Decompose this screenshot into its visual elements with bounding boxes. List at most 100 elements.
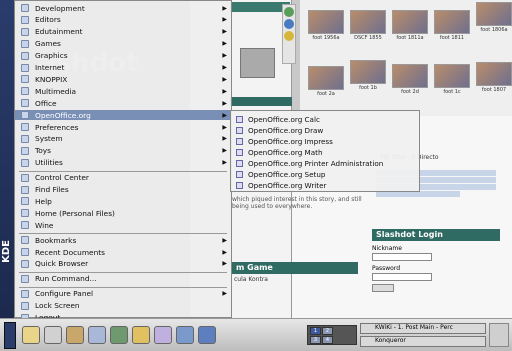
menu-item-icon: [21, 51, 29, 60]
office-icon[interactable]: [132, 326, 150, 344]
k-menu-item[interactable]: Recent Documents ▶: [15, 247, 231, 257]
gallery-thumbnail[interactable]: foot 2d: [392, 64, 428, 98]
k-menu-item[interactable]: System ▶: [15, 134, 231, 144]
photo-image: [392, 64, 428, 88]
k-menu-item[interactable]: Internet ▶: [15, 63, 231, 73]
login-button[interactable]: [372, 284, 394, 292]
gallery-thumbnail[interactable]: foot 1c: [434, 64, 470, 98]
kde-menu-stripe: KDE: [0, 0, 14, 318]
k-menu-item[interactable]: KNOPPIX ▶: [15, 74, 231, 84]
k-menu-item[interactable]: Lock Screen: [15, 301, 231, 311]
photo-caption: foot 2a: [317, 91, 335, 97]
menu-item-icon: [21, 123, 29, 131]
menu-item-label: Multimedia: [35, 86, 77, 96]
k-menu-item[interactable]: Bookmarks ▶: [15, 235, 231, 245]
k-menu-item[interactable]: Help: [15, 196, 231, 206]
menu-separator: [19, 170, 227, 172]
menu-item-label: Editors: [35, 15, 61, 25]
openoffice-submenu-item[interactable]: OpenOffice.org Draw: [231, 125, 419, 135]
history-icon[interactable]: [284, 19, 294, 29]
k-menu-item[interactable]: Editors ▶: [15, 15, 231, 25]
k-menu-item[interactable]: Office ▶: [15, 98, 231, 108]
pager-desktop-3[interactable]: 3: [310, 336, 321, 344]
submenu-arrow-icon: ▶: [222, 75, 227, 83]
submenu-arrow-icon: ▶: [222, 159, 227, 167]
openoffice-icon: [236, 181, 243, 189]
menu-item-label: Help: [35, 196, 52, 206]
submenu-arrow-icon: ▶: [222, 236, 227, 244]
openoffice-submenu-item[interactable]: OpenOffice.org Impress: [231, 136, 419, 146]
k-menu-item[interactable]: Edutainment ▶: [15, 27, 231, 37]
k-menu-item[interactable]: Find Files: [15, 185, 231, 195]
bookmark-icon[interactable]: [284, 7, 294, 17]
photo-caption: foot 2d: [401, 89, 419, 95]
home-folder-icon[interactable]: [22, 326, 40, 344]
gallery-thumbnail[interactable]: foot 1807: [476, 62, 512, 96]
k-menu-item[interactable]: Configure Panel ▶: [15, 289, 231, 299]
k-menu-item[interactable]: Utilities ▶: [15, 158, 231, 168]
menu-item-label: Lock Screen: [35, 301, 80, 311]
gallery-thumbnail[interactable]: foot 1b: [350, 60, 386, 94]
openoffice-icon: [236, 159, 243, 167]
pager-desktop-2[interactable]: 2: [322, 327, 333, 335]
openoffice-submenu-item[interactable]: OpenOffice.org Printer Administration: [231, 158, 419, 168]
konqueror-icon[interactable]: [110, 326, 128, 344]
photo-image: [476, 2, 512, 26]
submenu-item-label: OpenOffice.org Writer: [248, 180, 327, 190]
nickname-field[interactable]: [372, 253, 432, 261]
k-menu-item[interactable]: Preferences ▶: [15, 122, 231, 132]
openoffice-submenu-item[interactable]: OpenOffice.org Setup: [231, 169, 419, 179]
k-menu-button[interactable]: [4, 322, 16, 349]
k-menu-item[interactable]: Development ▶: [15, 3, 231, 13]
submenu-arrow-icon: ▶: [222, 147, 227, 155]
help-icon[interactable]: [66, 326, 84, 344]
konqueror-sidebar[interactable]: [282, 4, 296, 64]
menu-separator: [19, 233, 227, 235]
k-menu-item[interactable]: Graphics ▶: [15, 51, 231, 61]
submenu-item-label: OpenOffice.org Math: [248, 147, 323, 157]
openoffice-submenu-item[interactable]: OpenOffice.org Math: [231, 147, 419, 157]
pager-desktop-4[interactable]: 4: [322, 336, 333, 344]
browser-thumbnail: [240, 48, 275, 78]
terminal-icon[interactable]: [88, 326, 106, 344]
k-menu: Development ▶ Editors ▶ Edutainment ▶ Games ▶ Gr…: [14, 0, 232, 318]
menu-item-icon: [21, 185, 29, 194]
k-menu-item[interactable]: Multimedia ▶: [15, 86, 231, 96]
gallery-thumbnail[interactable]: foot 2a: [308, 66, 344, 100]
pager-desktop-1[interactable]: 1: [310, 327, 321, 335]
k-menu-item[interactable]: Quick Browser ▶: [15, 259, 231, 269]
gallery-thumbnail[interactable]: foot 1811: [434, 10, 470, 44]
menu-item-icon: [21, 63, 29, 72]
menu-item-icon: [21, 274, 29, 283]
k-menu-item[interactable]: Run Command...: [15, 274, 231, 284]
submenu-item-label: OpenOffice.org Calc: [248, 114, 320, 124]
k-menu-item[interactable]: OpenOffice.org ▶: [15, 110, 231, 121]
browser-header: [230, 2, 290, 12]
gallery-thumbnail[interactable]: foot 1811a: [392, 10, 428, 44]
taskbar-item-browser[interactable]: KWiKi - 1. Post Main - Perc: [360, 323, 486, 334]
password-field[interactable]: [372, 273, 432, 281]
password-label: Password: [372, 265, 401, 272]
gallery-thumbnail[interactable]: foot 1806a: [476, 2, 512, 36]
menu-item-icon: [21, 134, 29, 143]
openoffice-submenu-item[interactable]: OpenOffice.org Writer: [231, 180, 419, 190]
k-menu-item[interactable]: Games ▶: [15, 39, 231, 49]
browser-icon[interactable]: [198, 326, 216, 344]
system-tray[interactable]: [489, 323, 509, 347]
k-menu-item[interactable]: Control Center: [15, 173, 231, 183]
k-menu-item[interactable]: Toys ▶: [15, 146, 231, 156]
home-icon[interactable]: [284, 31, 294, 41]
editor-icon[interactable]: [176, 326, 194, 344]
openoffice-submenu-item[interactable]: OpenOffice.org Calc: [231, 114, 419, 124]
menu-item-icon: [21, 99, 29, 108]
control-center-icon[interactable]: [44, 326, 62, 344]
openoffice-icon: [236, 148, 243, 156]
k-menu-item[interactable]: Wine: [15, 220, 231, 230]
k-menu-item[interactable]: Home (Personal Files): [15, 208, 231, 218]
menu-item-icon: [21, 236, 29, 245]
mail-icon[interactable]: [154, 326, 172, 344]
gallery-thumbnail[interactable]: foot 1956a: [308, 10, 344, 44]
gallery-thumbnail[interactable]: DSCF 1855: [350, 10, 386, 44]
menu-item-label: Recent Documents: [35, 247, 106, 257]
taskbar-item-konqueror[interactable]: Konqueror: [360, 336, 486, 347]
